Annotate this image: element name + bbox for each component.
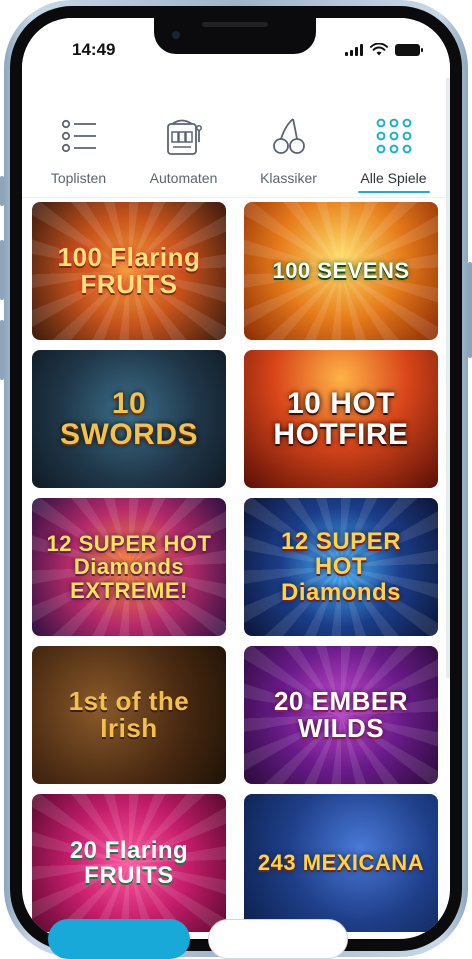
game-title: 1st of the Irish <box>68 685 190 743</box>
game-title: 243 MEXICANA <box>257 850 425 876</box>
cherries-icon <box>272 118 305 154</box>
grid-dots-icon <box>376 118 411 154</box>
camera-icon <box>172 31 180 39</box>
game-title: 10 SWORDS <box>60 386 198 451</box>
list-icon <box>61 119 96 153</box>
game-tile[interactable]: 10 SWORDS <box>32 350 226 488</box>
game-title: 100 Flaring FRUITS <box>57 241 201 299</box>
screen: 14:49 Toplisten Automaten Klassiker Alle… <box>22 18 450 939</box>
game-title: 12 SUPER HOT Diamonds EXTREME! <box>46 531 212 603</box>
phone-frame: 14:49 Toplisten Automaten Klassiker Alle… <box>4 0 468 957</box>
speaker <box>202 22 268 27</box>
tab-toplisten[interactable]: Toplisten <box>29 78 129 197</box>
mute-switch <box>0 176 4 206</box>
primary-action-button[interactable] <box>48 919 190 959</box>
status-time: 14:49 <box>72 40 116 59</box>
signal-icon <box>345 43 363 56</box>
game-title: 20 EMBER WILDS <box>273 685 409 743</box>
tab-alle-spiele[interactable]: Alle Spiele <box>344 78 444 197</box>
volume-up-button <box>0 240 4 300</box>
game-tile[interactable]: 20 Flaring FRUITS <box>32 794 226 932</box>
phone-bezel: 14:49 Toplisten Automaten Klassiker Alle… <box>10 6 462 951</box>
secondary-action-button[interactable] <box>208 919 348 959</box>
game-tile[interactable]: 243 MEXICANA <box>244 794 438 932</box>
tab-label: Toplisten <box>50 170 107 186</box>
game-title: 20 Flaring FRUITS <box>69 836 189 889</box>
slot-machine-icon <box>166 119 202 155</box>
notch <box>154 18 316 54</box>
status-icons <box>345 43 423 56</box>
game-tile[interactable]: 1st of the Irish <box>32 646 226 784</box>
power-button <box>468 262 472 358</box>
tab-label: Klassiker <box>260 170 317 186</box>
tab-label: Automaten <box>149 170 218 186</box>
game-title: 12 SUPER HOT Diamonds <box>280 528 402 606</box>
volume-down-button <box>0 320 4 380</box>
game-tile[interactable]: 12 SUPER HOT Diamonds EXTREME! <box>32 498 226 636</box>
game-grid: 100 Flaring FRUITS 100 SEVENS 10 SWORDS … <box>32 202 438 932</box>
tab-klassiker[interactable]: Klassiker <box>239 78 339 197</box>
game-tile[interactable]: 12 SUPER HOT Diamonds <box>244 498 438 636</box>
game-tile[interactable]: 100 Flaring FRUITS <box>32 202 226 340</box>
tab-automaten[interactable]: Automaten <box>134 78 234 197</box>
category-tabs: Toplisten Automaten Klassiker Alle Spiel… <box>22 78 450 198</box>
game-tile[interactable]: 10 HOT HOTFIRE <box>244 350 438 488</box>
status-bar: 14:49 <box>22 18 450 78</box>
game-title: 10 HOT HOTFIRE <box>273 386 409 451</box>
game-tile[interactable]: 20 EMBER WILDS <box>244 646 438 784</box>
scrollbar[interactable] <box>446 78 450 678</box>
wifi-icon <box>370 43 388 56</box>
battery-icon <box>395 43 423 56</box>
game-title: 100 SEVENS <box>272 258 410 284</box>
tab-label: Alle Spiele <box>360 170 427 186</box>
game-tile[interactable]: 100 SEVENS <box>244 202 438 340</box>
